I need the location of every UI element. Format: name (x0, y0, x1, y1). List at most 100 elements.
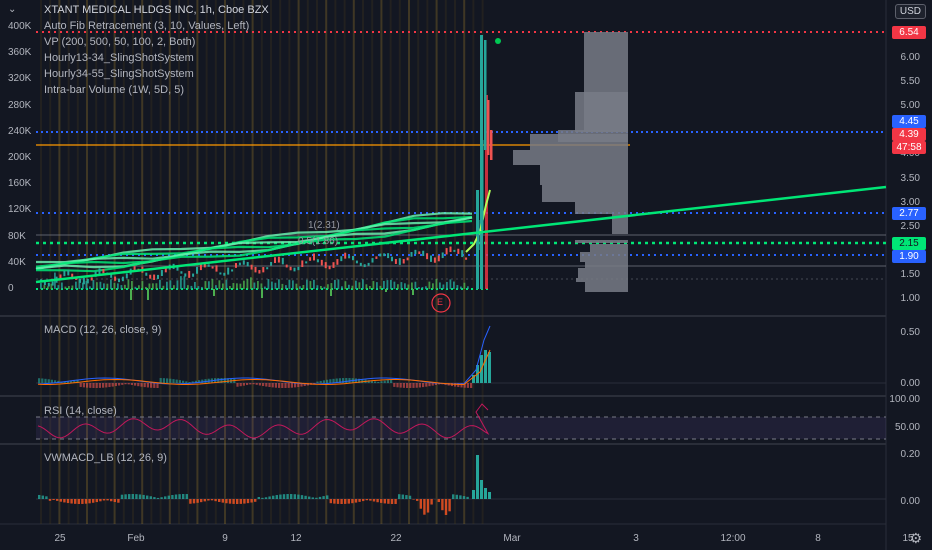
candle (332, 262, 335, 268)
macd-bar (406, 383, 409, 388)
vwmacd-axis-zero: 0.00 (900, 496, 920, 507)
vwmacd-bar (178, 494, 181, 499)
vwmacd-bar (120, 494, 124, 499)
vwmacd-bar (333, 499, 336, 504)
vwmacd-bar (185, 494, 188, 499)
volume-bar (344, 281, 347, 289)
vwmacd-bar (84, 499, 88, 504)
session-stripe (343, 0, 346, 524)
indicator-sling2[interactable]: Hourly34-55_SlingShotSystem (44, 66, 269, 82)
vwmacd-bar (56, 499, 59, 501)
candle (437, 255, 440, 262)
vwmacd-bar (383, 499, 386, 504)
vwmacd-bar (315, 497, 318, 499)
volume-bar (96, 282, 98, 289)
currency-button[interactable]: USD (894, 4, 926, 19)
vwmacd-bar (254, 499, 257, 502)
volume-bar (194, 282, 196, 289)
ma-line (35, 212, 473, 264)
vwmacd-bar (279, 494, 282, 499)
volume-spike (130, 289, 132, 300)
vwmacd-bar (297, 494, 300, 499)
vwmacd-bar (390, 499, 394, 504)
settings-icon[interactable]: ⚙ (909, 530, 922, 547)
macd-bar (383, 380, 386, 383)
volume-spike (385, 289, 387, 292)
volume-bar (208, 281, 210, 289)
indicator-intrabar[interactable]: Intra-bar Volume (1W, 5D, 5) (44, 82, 269, 98)
macd-bar (386, 380, 389, 383)
macd-bar (239, 383, 242, 387)
vwmacd-title[interactable]: VWMACD_LB (12, 26, 9) (44, 452, 167, 464)
session-stripe (334, 0, 337, 524)
badge-top: 6.54 (892, 26, 926, 39)
collapse-icon[interactable]: ⌄ (8, 4, 16, 15)
vwmacd-bar (365, 499, 368, 501)
vwmacd-bar (164, 496, 167, 499)
macd-title[interactable]: MACD (12, 26, close, 9) (44, 324, 161, 336)
macd-bar (418, 383, 421, 388)
vwmacd-bar (376, 499, 379, 503)
session-stripe (288, 0, 291, 524)
indicator-vp[interactable]: VP (200, 500, 50, 100, 2, Both) (44, 34, 269, 50)
volume-bar (155, 283, 158, 289)
macd-bar (278, 383, 281, 388)
vwmacd-bar (426, 499, 430, 513)
macd-bar (182, 380, 185, 383)
macd-bar (390, 379, 393, 383)
volume-bar (446, 281, 448, 289)
chart-title[interactable]: XTANT MEDICAL HLDGS INC, 1h, Cboe BZX (44, 2, 269, 18)
candle (82, 277, 85, 285)
candle (153, 274, 156, 281)
candle (258, 270, 261, 274)
candle (51, 281, 54, 286)
macd-bar (393, 383, 396, 387)
candle (71, 273, 74, 277)
session-stripe (463, 0, 466, 524)
volume-bar (449, 279, 452, 289)
candle (336, 259, 339, 265)
candle (391, 256, 393, 262)
candle (157, 274, 159, 279)
volume-bar (316, 285, 319, 289)
indicator-fib[interactable]: Auto Fib Retracement (3, 10, Values, Lef… (44, 18, 269, 34)
profile-bar (585, 282, 628, 292)
volume-bar (124, 284, 126, 289)
volume-bar (204, 281, 207, 289)
volume-bar (467, 286, 469, 289)
vwmacd-bar (318, 496, 322, 499)
rsi-title[interactable]: RSI (14, close) (44, 405, 117, 417)
candle (355, 260, 358, 264)
vwmacd-bar (441, 499, 444, 511)
badge-last: 4.39 (892, 128, 926, 141)
session-stripe (444, 0, 447, 524)
volume-bar (369, 286, 371, 289)
vwmacd-bar (275, 495, 278, 499)
indicator-sling1[interactable]: Hourly13-34_SlingShotSystem (44, 50, 269, 66)
volume-bar (288, 279, 291, 289)
candle (98, 268, 101, 275)
macd-bar (284, 383, 287, 388)
trend-line[interactable] (35, 185, 887, 284)
macd-bar (488, 352, 491, 383)
volume-bar (152, 283, 154, 289)
volume-bar (71, 285, 74, 289)
volume-bar (239, 283, 242, 289)
vwmacd-bar (153, 497, 156, 499)
vwmacd-bar (156, 497, 160, 499)
macd-bar (274, 383, 277, 388)
volume-tick: 120K (8, 204, 32, 216)
vwmacd-bar (311, 497, 314, 499)
macd-bar (402, 383, 405, 388)
profile-bar (578, 268, 628, 278)
vwmacd-bar (459, 495, 462, 499)
volume-bar (187, 285, 189, 289)
volume-bar (243, 280, 245, 289)
macd-bar (98, 383, 101, 388)
chart-window[interactable]: ⌄ XTANT MEDICAL HLDGS INC, 1h, Cboe BZX … (0, 0, 932, 550)
vwmacd-bar (106, 499, 109, 501)
profile-bar (575, 92, 628, 132)
volume-profile (513, 32, 628, 292)
macd-bar (79, 383, 82, 387)
volume-bar (120, 285, 123, 289)
